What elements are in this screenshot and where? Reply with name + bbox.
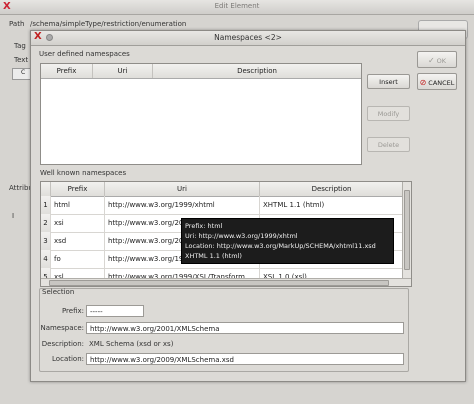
text-label: Text xyxy=(14,56,29,64)
user-namespaces-label: User defined namespaces xyxy=(39,50,130,58)
tooltip-location: Location: http://www.w3.org/MarkUp/SCHEM… xyxy=(185,242,376,250)
well-known-label: Well known namespaces xyxy=(40,169,127,177)
known-col-uri[interactable]: Uri xyxy=(105,182,260,196)
tooltip-uri: Uri: http://www.w3.org/1999/xhtml xyxy=(185,232,298,240)
location-field[interactable]: http://www.w3.org/2009/XMLSchema.xsd xyxy=(86,353,404,365)
user-col-uri[interactable]: Uri xyxy=(93,64,153,78)
delete-button[interactable]: Delete xyxy=(367,137,410,152)
insert-button[interactable]: Insert xyxy=(367,74,410,89)
user-table-header: Prefix Uri Description xyxy=(41,64,361,79)
row-prefix: xsi xyxy=(51,214,105,232)
known-col-description[interactable]: Description xyxy=(260,182,403,196)
known-col-prefix[interactable]: Prefix xyxy=(51,182,105,196)
tag-label: Tag xyxy=(14,42,26,50)
row-prefix: fo xyxy=(51,250,105,268)
row-number: 3 xyxy=(41,232,51,250)
ok-button[interactable]: ✓ OK xyxy=(417,51,457,68)
row-number: 4 xyxy=(41,250,51,268)
edit-element-title: Edit Element xyxy=(214,2,260,10)
cancel-button[interactable]: ⊘ CANCEL xyxy=(417,73,457,90)
cc-tab[interactable]: C xyxy=(12,68,32,80)
description-label: Description: xyxy=(41,340,84,348)
modify-button[interactable]: Modify xyxy=(367,106,410,121)
description-value: XML Schema (xsd or xs) xyxy=(89,340,174,348)
row-prefix: html xyxy=(51,196,105,214)
location-label: Location: xyxy=(52,355,84,363)
row-uri: http://www.w3.org/1999/xhtml xyxy=(105,196,260,214)
user-col-description[interactable]: Description xyxy=(153,64,361,78)
row-description: XHTML 1.1 (html) xyxy=(260,196,403,214)
user-namespaces-table[interactable]: Prefix Uri Description xyxy=(40,63,362,165)
prefix-field[interactable]: ----- xyxy=(86,305,144,317)
path-value: /schema/simpleType/restriction/enumerati… xyxy=(30,20,187,28)
i-label: I xyxy=(12,212,15,220)
row-number: 1 xyxy=(41,196,51,214)
namespaces-dialog: X Namespaces <2> ✓ OK ⊘ CANCEL User define… xyxy=(30,30,466,382)
horizontal-scroll-thumb[interactable] xyxy=(49,280,389,286)
vertical-scroll-thumb[interactable] xyxy=(404,190,410,270)
ok-label: OK xyxy=(436,57,447,65)
namespace-label: Namespace: xyxy=(40,324,84,332)
dialog-titlebar: X Namespaces <2> xyxy=(31,31,465,46)
namespace-field[interactable]: http://www.w3.org/2001/XMLSchema xyxy=(86,322,404,334)
tooltip-description: XHTML 1.1 (html) xyxy=(185,252,242,260)
edit-element-titlebar: X Edit Element xyxy=(0,0,474,15)
prefix-label: Prefix: xyxy=(61,307,84,315)
namespace-tooltip: Prefix: html Uri: http://www.w3.org/1999… xyxy=(181,218,394,264)
dialog-title: Namespaces <2> xyxy=(214,33,282,42)
path-label: Path xyxy=(9,20,25,28)
known-vertical-scrollbar[interactable] xyxy=(402,182,411,278)
known-table-row[interactable]: 1 html http://www.w3.org/1999/xhtml XHTML 1… xyxy=(41,196,403,215)
selection-legend: Selection xyxy=(42,288,75,296)
row-number: 2 xyxy=(41,214,51,232)
known-col-num xyxy=(41,182,51,196)
check-icon: ✓ xyxy=(427,56,435,65)
user-col-prefix[interactable]: Prefix xyxy=(41,64,93,78)
cancel-label: CANCEL xyxy=(428,79,455,87)
known-horizontal-scrollbar[interactable] xyxy=(41,278,411,286)
selection-group: Selection Prefix: ----- Namespace: http:… xyxy=(39,288,409,372)
row-prefix: xsd xyxy=(51,232,105,250)
cancel-icon: ⊘ xyxy=(419,78,427,87)
tooltip-prefix: Prefix: html xyxy=(185,222,223,230)
known-table-header: Prefix Uri Description xyxy=(41,182,403,197)
